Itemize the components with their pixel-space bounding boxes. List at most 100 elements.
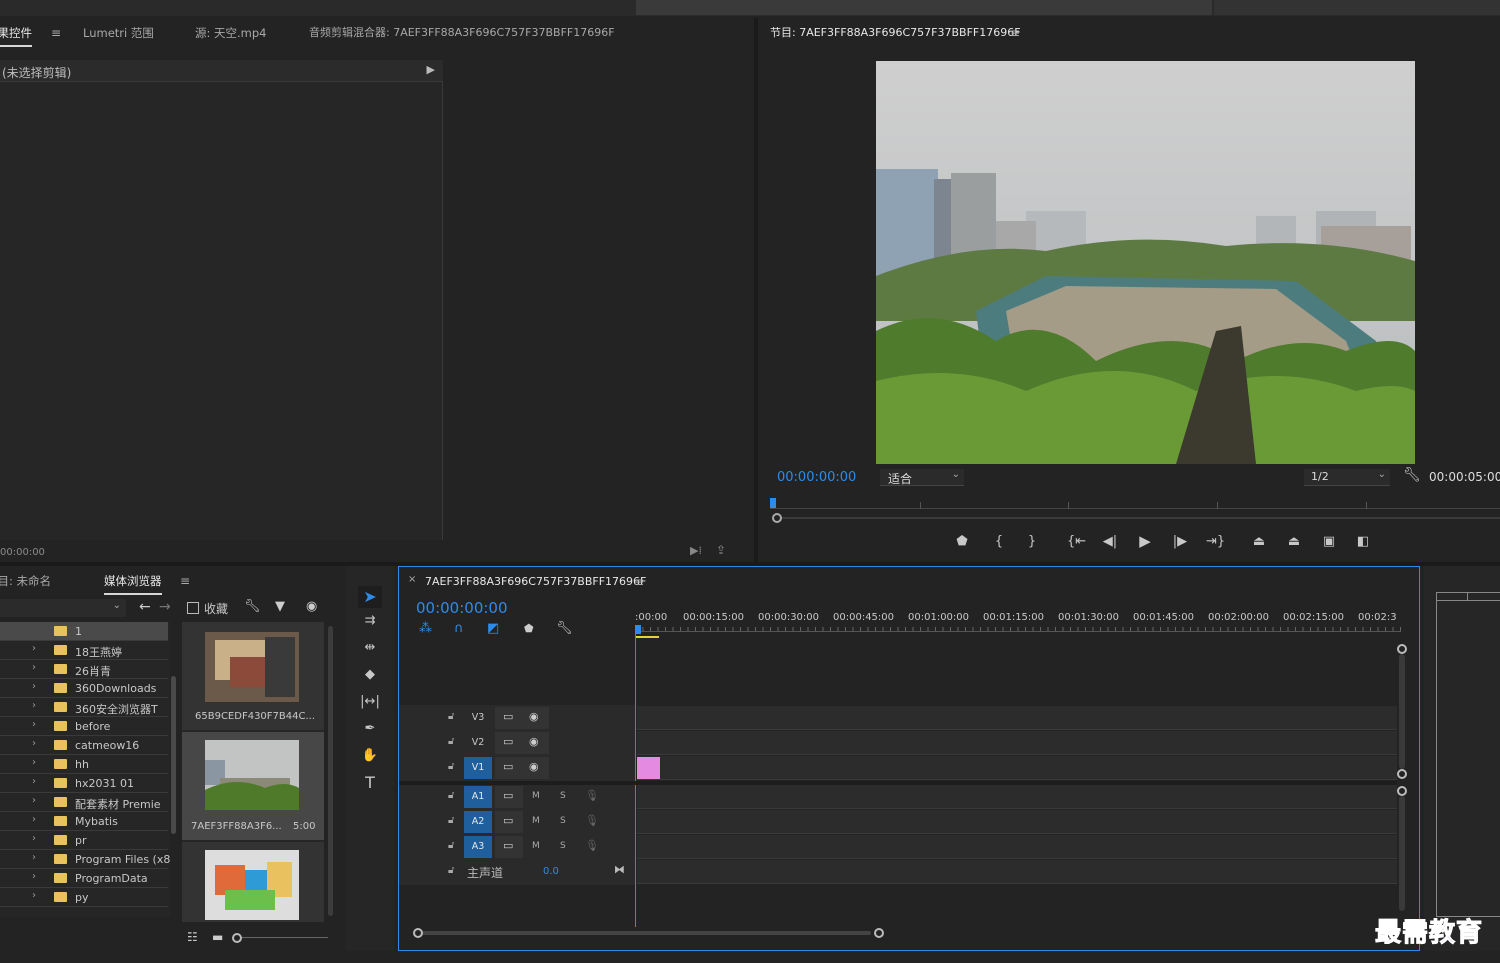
program-monitor-title[interactable]: 节目: 7AEF3FF88A3F696C757F37BBFF17696F	[770, 18, 1021, 48]
list-item[interactable]: › before	[0, 717, 168, 736]
video-scroll-track[interactable]	[1399, 654, 1405, 769]
chevron-right-icon[interactable]: ›	[32, 700, 36, 711]
add-marker-icon[interactable]: ⬟	[954, 534, 970, 550]
chevron-right-icon[interactable]: ›	[32, 757, 36, 768]
solo-button[interactable]: S	[560, 841, 566, 851]
linked-selection-icon[interactable]: ◩	[487, 621, 499, 636]
type-tool-icon[interactable]: T	[358, 775, 382, 791]
list-item[interactable]: 1	[0, 622, 168, 641]
wrench-icon[interactable]: 🔧︎	[244, 599, 261, 614]
solo-button[interactable]: S	[560, 791, 566, 801]
tab-audio-clip-mixer[interactable]: 音频剪辑混合器: 7AEF3FF88A3F696C757F37BBFF17696…	[309, 18, 615, 48]
chevron-right-icon[interactable]: ›	[32, 738, 36, 749]
chevron-right-icon[interactable]: ›	[32, 814, 36, 825]
location-dropdown[interactable]: ⌄	[0, 599, 126, 617]
icon-view-icon[interactable]: ▬	[212, 930, 223, 944]
eye-icon[interactable]: ◉	[529, 735, 539, 748]
timeline-sequence-tab[interactable]: 7AEF3FF88A3F696C757F37BBFF17696F	[425, 567, 646, 597]
go-to-end-icon[interactable]: ⧓	[614, 863, 625, 876]
program-scrub-ruler[interactable]	[770, 496, 1500, 512]
sync-lock-icon[interactable]: ▭	[503, 735, 513, 748]
tab-source[interactable]: 源: 天空.mp4	[195, 18, 267, 48]
zoom-scrollbar[interactable]	[770, 513, 1500, 523]
microphone-icon[interactable]: 🎙︎	[585, 839, 599, 852]
list-item[interactable]: › 360Downloads	[0, 679, 168, 698]
list-item[interactable]: › catmeow16	[0, 736, 168, 755]
tab-project[interactable]: 项目: 未命名	[0, 566, 51, 596]
list-item[interactable]: › py	[0, 888, 168, 907]
track-target[interactable]: V1	[464, 757, 492, 779]
track-lane[interactable]	[637, 835, 1397, 859]
snap-icon[interactable]: ∩	[454, 621, 464, 636]
tab-media-browser[interactable]: 媒体浏览器	[104, 566, 162, 596]
selection-tool-icon[interactable]: ➤	[358, 586, 382, 608]
step-back-icon[interactable]: ◀|	[1102, 534, 1118, 550]
sync-lock-icon[interactable]: ▭	[503, 789, 513, 802]
panel-menu-icon[interactable]: ≡	[1010, 26, 1020, 40]
mute-button[interactable]: M	[532, 791, 540, 801]
track-select-tool-icon[interactable]: ⇉	[358, 613, 382, 629]
list-view-icon[interactable]: ☷	[187, 930, 198, 944]
chevron-right-icon[interactable]: ›	[32, 890, 36, 901]
eye-icon[interactable]: ◉	[529, 710, 539, 723]
track-lane[interactable]	[637, 860, 1397, 884]
scroll-handle-right[interactable]	[874, 928, 884, 938]
mute-button[interactable]: M	[532, 816, 540, 826]
panel-menu-icon[interactable]: ≡	[51, 26, 61, 40]
wrench-icon[interactable]: 🔧︎	[1403, 467, 1421, 483]
video-clip[interactable]	[637, 757, 660, 779]
panel-menu-icon[interactable]: ≡	[634, 575, 644, 589]
track-lane[interactable]	[637, 731, 1397, 755]
chevron-right-icon[interactable]: ›	[32, 776, 36, 787]
tab-lumetri-scopes[interactable]: Lumetri 范围	[83, 18, 154, 48]
extract-icon[interactable]: ⏏	[1283, 534, 1305, 550]
compare-view-icon[interactable]: ◧	[1354, 534, 1372, 550]
track-lane[interactable]	[637, 785, 1397, 809]
chevron-right-icon[interactable]: ›	[32, 719, 36, 730]
list-item[interactable]: › ProgramData	[0, 869, 168, 888]
step-forward-icon[interactable]: |▶	[1172, 534, 1188, 550]
lift-icon[interactable]: ⏏	[1248, 534, 1270, 550]
sync-lock-icon[interactable]: ▭	[503, 760, 513, 773]
audio-scroll-track[interactable]	[1399, 796, 1405, 911]
microphone-icon[interactable]: 🎙︎	[585, 814, 599, 827]
playhead-marker[interactable]	[770, 498, 776, 508]
track-target[interactable]: A2	[464, 811, 492, 833]
back-arrow-icon[interactable]: ←	[139, 599, 151, 615]
wrench-icon[interactable]: 🔧︎	[556, 621, 573, 636]
list-item[interactable]: › 配套素材 Premie	[0, 793, 168, 812]
thumbnail-item[interactable]: 7AEF3FF88A3F6... 5:00	[182, 732, 324, 840]
slider-handle[interactable]	[232, 933, 242, 943]
resolution-dropdown[interactable]: 1/2 ⌄	[1304, 469, 1390, 486]
tree-scrollbar[interactable]	[171, 676, 176, 834]
solo-button[interactable]: S	[560, 816, 566, 826]
track-target[interactable]: V2	[464, 732, 492, 754]
lock-icon[interactable]: 🔓︎	[448, 736, 454, 747]
filter-icon[interactable]: ▼	[275, 599, 285, 614]
list-item[interactable]: › 360安全浏览器T	[0, 698, 168, 717]
mute-button[interactable]: M	[532, 841, 540, 851]
go-to-out-icon[interactable]: ⇥}	[1206, 534, 1225, 550]
forward-arrow-icon[interactable]: →	[159, 599, 171, 615]
chevron-right-icon[interactable]: ›	[32, 681, 36, 692]
track-lane[interactable]	[637, 810, 1397, 834]
lock-icon[interactable]: 🔓︎	[448, 790, 454, 801]
track-target[interactable]: V3	[464, 707, 492, 729]
chevron-right-icon[interactable]: ›	[32, 852, 36, 863]
list-item[interactable]: › pr	[0, 831, 168, 850]
lock-icon[interactable]: 🔓︎	[448, 815, 454, 826]
track-target[interactable]: A3	[464, 836, 492, 858]
track-lane[interactable]	[637, 756, 1397, 780]
video-scroll-handle-bottom[interactable]	[1397, 769, 1407, 779]
view-icon[interactable]: ◉	[306, 599, 317, 614]
list-item[interactable]: › hh	[0, 755, 168, 774]
chevron-right-icon[interactable]: ›	[32, 795, 36, 806]
chevron-right-icon[interactable]: ›	[32, 871, 36, 882]
nest-icon[interactable]: ⁂	[419, 621, 432, 636]
close-icon[interactable]: ×	[408, 574, 416, 585]
lock-icon[interactable]: 🔓︎	[448, 865, 454, 876]
list-item[interactable]: › Program Files (x86	[0, 850, 170, 869]
lock-icon[interactable]: 🔓︎	[448, 761, 454, 772]
lock-icon[interactable]: 🔓︎	[448, 840, 454, 851]
thumbnail-scrollbar[interactable]	[328, 626, 333, 916]
